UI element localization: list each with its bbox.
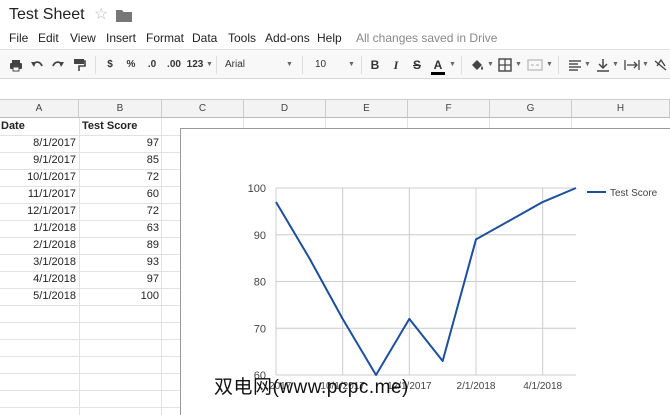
chevron-down-icon[interactable]: ▼ [449, 57, 456, 73]
table-cell-score[interactable]: 89 [79, 237, 159, 254]
column-header[interactable]: H [572, 100, 670, 118]
paint-format-icon[interactable] [72, 57, 86, 73]
table-cell-date[interactable]: 10/1/2017 [0, 169, 76, 186]
y-tick-label: 80 [254, 277, 266, 289]
menu-data[interactable]: Data [192, 31, 217, 45]
legend-label: Test Score [610, 188, 658, 199]
cell-header-date[interactable]: Date [1, 118, 77, 135]
font-select[interactable]: Arial [225, 57, 245, 73]
table-cell-date[interactable]: 2/1/2018 [0, 237, 76, 254]
table-cell-score[interactable]: 72 [79, 203, 159, 220]
merge-cells-icon[interactable] [527, 57, 543, 73]
table-cell-date[interactable]: 1/1/2018 [0, 220, 76, 237]
toolbar-divider [302, 56, 303, 74]
title-bar: Test Sheet ☆ [0, 0, 670, 30]
column-header[interactable]: C [162, 100, 244, 118]
redo-icon[interactable] [51, 57, 65, 73]
menu-bar: File Edit View Insert Format Data Tools … [0, 29, 670, 47]
chevron-down-icon[interactable]: ▼ [515, 57, 522, 73]
table-cell-date[interactable]: 4/1/2018 [0, 271, 76, 288]
bold-button[interactable]: B [370, 57, 380, 73]
chevron-down-icon[interactable]: ▼ [286, 57, 293, 73]
column-header[interactable]: B [79, 100, 162, 118]
toolbar: $ % .0 .00 123 ▼ Arial ▼ 10 ▼ B I S A ▼ … [0, 49, 670, 79]
chevron-down-icon[interactable]: ▼ [642, 57, 649, 73]
menu-addons[interactable]: Add-ons [265, 31, 310, 45]
watermark-text: 双电网(www.pcpc.me) [214, 377, 409, 398]
y-tick-label: 90 [254, 230, 266, 242]
font-size-select[interactable]: 10 [315, 57, 326, 73]
table-cell-date[interactable]: 11/1/2017 [0, 186, 76, 203]
table-cell-date[interactable]: 3/1/2018 [0, 254, 76, 271]
table-cell-score[interactable]: 85 [79, 152, 159, 169]
column-header[interactable]: E [326, 100, 408, 118]
fill-color-icon[interactable] [469, 57, 485, 73]
formula-bar[interactable] [0, 80, 670, 100]
column-header[interactable]: G [490, 100, 572, 118]
menu-edit[interactable]: Edit [38, 31, 59, 45]
column-header[interactable]: F [408, 100, 490, 118]
column-header[interactable]: D [244, 100, 326, 118]
text-color-swatch [431, 72, 445, 75]
borders-icon[interactable] [498, 57, 512, 73]
toolbar-divider [361, 56, 362, 74]
chevron-down-icon[interactable]: ▼ [348, 57, 355, 73]
chevron-down-icon[interactable]: ▼ [546, 57, 553, 73]
menu-insert[interactable]: Insert [106, 31, 136, 45]
toolbar-divider [95, 56, 96, 74]
chevron-down-icon[interactable]: ▼ [206, 57, 213, 73]
y-tick-label: 70 [254, 323, 266, 335]
table-cell-score[interactable]: 60 [79, 186, 159, 203]
x-tick-label: 2/1/2018 [457, 381, 496, 392]
text-wrap-icon[interactable] [624, 57, 640, 73]
percent-button[interactable]: % [125, 57, 137, 73]
text-rotate-icon[interactable] [654, 57, 668, 73]
align-icon[interactable] [568, 57, 582, 73]
chevron-down-icon[interactable]: ▼ [612, 57, 619, 73]
table-cell-score[interactable]: 63 [79, 220, 159, 237]
increase-decimals-button[interactable]: .00 [164, 57, 184, 73]
cell-header-score[interactable]: Test Score [82, 118, 160, 135]
table-cell-score[interactable]: 97 [79, 135, 159, 152]
table-cell-date[interactable]: 8/1/2017 [0, 135, 76, 152]
menu-format[interactable]: Format [146, 31, 184, 45]
undo-icon[interactable] [30, 57, 44, 73]
text-color-label: A [433, 58, 443, 72]
x-tick-label: 4/1/2018 [523, 381, 562, 392]
menu-file[interactable]: File [9, 31, 28, 45]
text-color-button[interactable]: A [431, 57, 445, 75]
valign-icon[interactable] [596, 57, 610, 73]
table-cell-date[interactable]: 9/1/2017 [0, 152, 76, 169]
chevron-down-icon[interactable]: ▼ [584, 57, 591, 73]
folder-icon[interactable] [116, 9, 132, 22]
table-cell-score[interactable]: 72 [79, 169, 159, 186]
table-cell-score[interactable]: 93 [79, 254, 159, 271]
decrease-decimals-button[interactable]: .0 [144, 57, 160, 73]
table-cell-date[interactable]: 5/1/2018 [0, 288, 76, 305]
menu-tools[interactable]: Tools [228, 31, 256, 45]
menu-help[interactable]: Help [317, 31, 342, 45]
star-icon[interactable]: ☆ [94, 6, 108, 24]
more-formats-button[interactable]: 123 [186, 57, 204, 73]
toolbar-divider [216, 56, 217, 74]
table-cell-date[interactable]: 12/1/2017 [0, 203, 76, 220]
menu-view[interactable]: View [70, 31, 96, 45]
strikethrough-button[interactable]: S [412, 57, 422, 73]
italic-button[interactable]: I [391, 57, 401, 73]
table-cell-score[interactable]: 97 [79, 271, 159, 288]
print-icon[interactable] [9, 57, 23, 73]
table-cell-score[interactable]: 100 [79, 288, 159, 305]
grid-line [161, 118, 162, 415]
column-header[interactable]: A [0, 100, 79, 118]
chevron-down-icon[interactable]: ▼ [487, 57, 494, 73]
doc-title[interactable]: Test Sheet [9, 6, 85, 24]
toolbar-divider [558, 56, 559, 74]
currency-button[interactable]: $ [105, 57, 115, 73]
save-status[interactable]: All changes saved in Drive [356, 31, 497, 45]
y-tick-label: 100 [248, 183, 266, 195]
toolbar-divider [461, 56, 462, 74]
